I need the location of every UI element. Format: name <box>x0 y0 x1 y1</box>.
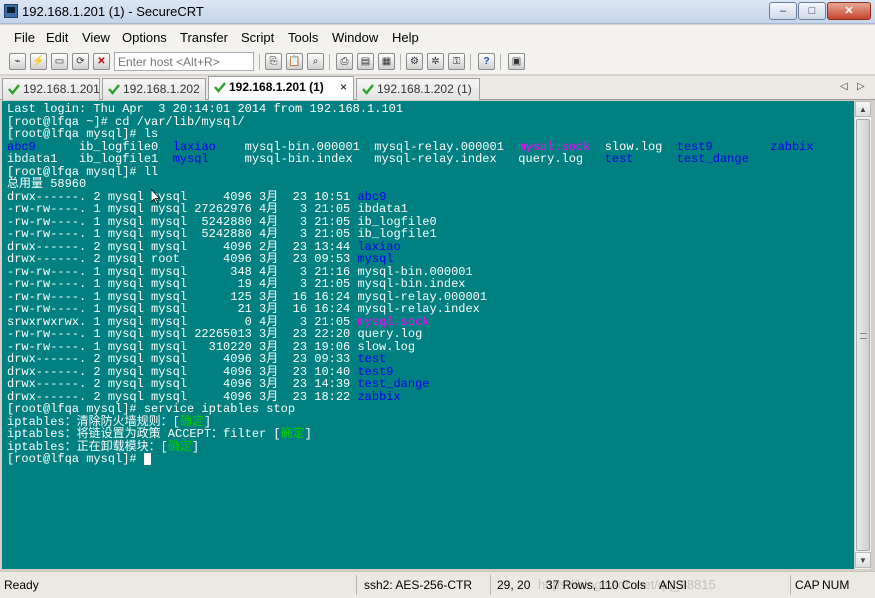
terminal-text: mysql-bin.index mysql-relay.index query.… <box>208 152 605 166</box>
print-selection-icon[interactable]: ▤ <box>357 53 374 70</box>
paste-icon[interactable]: 📋 <box>286 53 303 70</box>
tab-192-168-1-202[interactable]: 192.168.1.202 <box>102 78 206 100</box>
terminal-cursor <box>143 453 151 465</box>
tab-192-168-1-201-1[interactable]: 192.168.1.201 (1) × <box>208 76 354 100</box>
status-charset: ANSI <box>659 578 688 592</box>
menu-file[interactable]: File <box>14 30 35 45</box>
tab-close-icon[interactable]: × <box>340 77 347 97</box>
toolbar-separator <box>400 54 401 70</box>
status-cursor-position: 29, 20 <box>497 578 531 592</box>
reconnect-icon[interactable]: ⟳ <box>72 53 89 70</box>
tab-192-168-1-201[interactable]: 192.168.1.201 <box>2 78 100 100</box>
title-bar: 192.168.1.201 (1) - SecureCRT – □ ✕ <box>0 0 875 24</box>
securecrt-app-icon <box>4 4 18 18</box>
menu-help[interactable]: Help <box>392 30 419 45</box>
print-setup-icon[interactable]: ▦ <box>378 53 395 70</box>
window-title: 192.168.1.201 (1) - SecureCRT <box>22 4 204 19</box>
terminal-text: [root@lfqa mysql]# <box>7 452 144 466</box>
toolbar-separator <box>470 54 471 70</box>
disconnect-icon[interactable]: ✕ <box>93 53 110 70</box>
terminal-text: zabbix <box>770 139 814 154</box>
status-terminal-size: 37 Rows, 110 Cols <box>546 578 646 592</box>
status-separator <box>356 575 357 595</box>
sftp-icon[interactable]: ▣ <box>508 53 525 70</box>
status-bar: Ready ssh2: AES-256-CTR https://blog.csd… <box>0 571 875 598</box>
terminal-text: zabbix <box>357 389 401 404</box>
session-options-icon[interactable]: ⚙ <box>406 53 423 70</box>
toolbar-separator <box>329 54 330 70</box>
menu-transfer[interactable]: Transfer <box>180 30 228 45</box>
tab-label: 192.168.1.202 (1) <box>377 82 472 96</box>
connected-check-icon <box>8 84 20 95</box>
status-num-lock: NUM <box>822 578 850 592</box>
close-window-button[interactable]: ✕ <box>827 2 871 20</box>
terminal-text: ] <box>191 439 200 454</box>
tab-scroll-right-icon[interactable]: ▷ <box>857 81 865 92</box>
terminal-text: mysql <box>172 152 209 166</box>
connected-check-icon <box>108 84 120 95</box>
menu-options[interactable]: Options <box>122 30 167 45</box>
terminal-text: 确定 <box>167 439 192 454</box>
toolbar-separator <box>500 54 501 70</box>
status-cipher: ssh2: AES-256-CTR <box>364 578 473 592</box>
terminal-text: test_dange <box>676 152 749 166</box>
status-caps-lock: CAP <box>795 578 820 592</box>
terminal-text: ] <box>304 427 312 441</box>
tab-192-168-1-202-1[interactable]: 192.168.1.202 (1) <box>356 78 480 100</box>
menu-window[interactable]: Window <box>332 30 378 45</box>
terminal-line: [root@lfqa mysql]# <box>7 453 814 466</box>
window-controls: – □ ✕ <box>769 2 871 20</box>
toolbar-separator <box>259 54 260 70</box>
menu-script[interactable]: Script <box>241 30 274 45</box>
maximize-button[interactable]: □ <box>798 2 826 20</box>
status-separator <box>490 575 491 595</box>
minimize-button[interactable]: – <box>769 2 797 20</box>
terminal-text: test <box>604 152 634 166</box>
session-tab-bar: 192.168.1.201 192.168.1.202 192.168.1.20… <box>0 76 875 100</box>
scroll-up-icon[interactable]: ▲ <box>855 101 871 117</box>
terminal-line: [root@lfqa mysql]# ll <box>7 165 814 179</box>
quick-connect-icon[interactable]: ⚡ <box>30 53 47 70</box>
connect-in-tab-icon[interactable]: ▭ <box>51 53 68 70</box>
help-icon[interactable]: ? <box>478 53 495 70</box>
status-ready: Ready <box>4 578 39 592</box>
copy-icon[interactable]: ⎘ <box>265 53 282 70</box>
keymap-icon[interactable]: ⚿ <box>448 53 465 70</box>
tab-scroll-left-icon[interactable]: ◁ <box>840 81 848 92</box>
menu-tools[interactable]: Tools <box>288 30 318 45</box>
terminal-screen[interactable]: Last login: Thu Apr 3 20:14:01 2014 from… <box>2 101 854 569</box>
connected-check-icon <box>362 84 374 95</box>
mouse-pointer-icon <box>151 189 161 205</box>
connected-check-icon <box>214 82 226 93</box>
terminal-text: 确定 <box>280 427 305 441</box>
find-icon[interactable]: ⌕ <box>307 53 324 70</box>
enter-host-input[interactable] <box>114 52 254 71</box>
menu-edit[interactable]: Edit <box>46 30 68 45</box>
global-options-icon[interactable]: ✲ <box>427 53 444 70</box>
connect-icon[interactable]: ⌁ <box>9 53 26 70</box>
terminal-scrollbar[interactable]: ▲ ▼ <box>854 101 871 569</box>
terminal-output: Last login: Thu Apr 3 20:14:01 2014 from… <box>7 103 814 466</box>
scrollbar-grip <box>860 333 867 339</box>
menu-bar: File Edit View Options Transfer Script T… <box>0 25 875 49</box>
status-separator <box>790 575 791 595</box>
print-icon[interactable]: ⎙ <box>336 53 353 70</box>
tab-label: 192.168.1.201 (1) <box>229 80 324 94</box>
toolbar: ⌁ ⚡ ▭ ⟳ ✕ ⎘ 📋 ⌕ ⎙ ▤ ▦ ⚙ ✲ ⚿ ? ▣ <box>0 49 875 75</box>
scrollbar-thumb[interactable] <box>856 119 870 551</box>
menu-view[interactable]: View <box>82 30 110 45</box>
scroll-down-icon[interactable]: ▼ <box>855 552 871 568</box>
tab-label: 192.168.1.202 <box>123 82 200 96</box>
tab-label: 192.168.1.201 <box>23 82 100 96</box>
